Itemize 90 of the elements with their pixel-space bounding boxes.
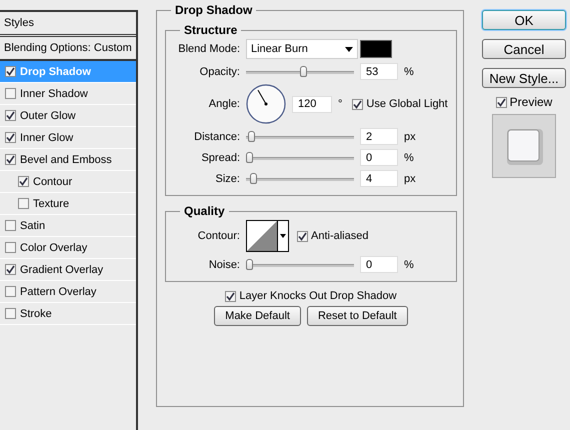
number-field[interactable]: 53: [360, 63, 398, 80]
checkbox-label: Layer Knocks Out Drop Shadow: [239, 290, 397, 302]
checkbox[interactable]: [5, 66, 16, 77]
caret-icon[interactable]: [277, 221, 288, 251]
item-label: Outer Glow: [20, 110, 76, 122]
field-label: Distance:: [193, 130, 240, 142]
slider-track[interactable]: [246, 152, 354, 164]
number-field[interactable]: 2: [360, 128, 398, 145]
checkbox-label: Anti-aliased: [311, 230, 368, 242]
field-label: Opacity:: [198, 66, 240, 78]
item-label: Texture: [33, 198, 70, 210]
slider-track[interactable]: [246, 130, 354, 142]
field-label: Noise:: [208, 258, 240, 270]
item-label: Inner Glow: [20, 132, 74, 144]
slider-track[interactable]: [246, 66, 354, 78]
slider-track[interactable]: [246, 258, 354, 270]
caret-icon: [345, 46, 353, 52]
checkbox[interactable]: [5, 154, 16, 165]
checkbox[interactable]: [496, 96, 507, 108]
field-label: Angle:: [208, 98, 240, 110]
default-button[interactable]: Reset to Default: [306, 306, 408, 326]
field-label: Spread:: [200, 152, 240, 164]
color-swatch[interactable]: [360, 40, 392, 58]
checkbox[interactable]: [5, 88, 16, 99]
checkbox[interactable]: [18, 176, 29, 187]
checkbox[interactable]: [297, 230, 308, 242]
item-label: Bevel and Emboss: [20, 154, 112, 166]
checkbox-label: Use Global Light: [366, 98, 448, 110]
checkbox[interactable]: [5, 220, 16, 231]
style-list-item[interactable]: Texture: [0, 193, 136, 215]
slider-thumb[interactable]: [246, 152, 253, 162]
dialog-button[interactable]: Cancel: [482, 39, 566, 59]
checkbox[interactable]: [5, 286, 16, 297]
style-list-item[interactable]: Pattern Overlay: [0, 281, 136, 303]
item-label: Pattern Overlay: [20, 286, 96, 298]
item-label: Color Overlay: [20, 242, 88, 254]
field-label: Contour:: [196, 230, 240, 242]
field-label: Blend Mode:: [177, 43, 240, 55]
checkbox[interactable]: [5, 308, 16, 319]
dropdown[interactable]: Linear Burn: [246, 39, 358, 59]
item-label: Stroke: [20, 308, 52, 320]
style-list-item[interactable]: Inner Glow: [0, 127, 136, 149]
unit-label: °: [338, 98, 342, 110]
slider-thumb[interactable]: [246, 258, 253, 270]
style-list-item[interactable]: Satin: [0, 215, 136, 237]
number-field[interactable]: 4: [360, 170, 398, 187]
style-preview-drawing: [492, 114, 556, 178]
checkbox[interactable]: [18, 198, 29, 209]
style-list-item[interactable]: Stroke: [0, 303, 136, 325]
checkbox[interactable]: [225, 290, 236, 302]
angle-dial[interactable]: [246, 84, 286, 124]
item-label: Gradient Overlay: [20, 264, 104, 276]
checkbox[interactable]: [352, 98, 364, 110]
checkbox[interactable]: [5, 264, 16, 275]
unit-label: px: [404, 130, 417, 142]
dialog-button[interactable]: OK: [482, 10, 566, 30]
unit-label: %: [404, 66, 415, 78]
item-label: Satin: [20, 220, 46, 232]
section-title: Structure: [183, 23, 238, 37]
item-label: Inner Shadow: [20, 88, 88, 100]
number-field[interactable]: 0: [360, 256, 398, 273]
slider-thumb[interactable]: [300, 66, 307, 76]
style-list-item[interactable]: Gradient Overlay: [0, 259, 136, 281]
slider-track[interactable]: [246, 172, 354, 184]
item-label: Drop Shadow: [20, 66, 91, 78]
contour-curve-icon: [247, 221, 277, 251]
item-label: Contour: [33, 176, 72, 188]
unit-label: %: [404, 258, 415, 270]
checkbox[interactable]: [5, 242, 16, 253]
style-list-item[interactable]: Contour: [0, 171, 136, 193]
section-title: Drop Shadow: [174, 3, 254, 17]
default-button[interactable]: Make Default: [214, 306, 301, 326]
slider-thumb[interactable]: [248, 130, 256, 142]
number-field[interactable]: 120: [292, 96, 332, 112]
unit-label: px: [404, 172, 417, 184]
checkbox[interactable]: [5, 110, 16, 121]
checkbox-label: Preview: [510, 95, 552, 109]
style-list-item[interactable]: Outer Glow: [0, 105, 136, 127]
dialog-button[interactable]: New Style...: [482, 68, 566, 88]
field-label: Size:: [214, 172, 240, 184]
panel-title: Styles: [4, 17, 34, 29]
style-list-item[interactable]: Color Overlay: [0, 237, 136, 259]
number-field[interactable]: 0: [360, 149, 398, 166]
slider-thumb[interactable]: [250, 172, 258, 184]
checkbox[interactable]: [5, 132, 16, 143]
style-list-item[interactable]: Inner Shadow: [0, 83, 136, 105]
contour-picker[interactable]: [246, 220, 289, 252]
section-title: Quality: [183, 204, 226, 218]
style-list-item[interactable]: Bevel and Emboss: [0, 149, 136, 171]
unit-label: %: [404, 152, 415, 164]
